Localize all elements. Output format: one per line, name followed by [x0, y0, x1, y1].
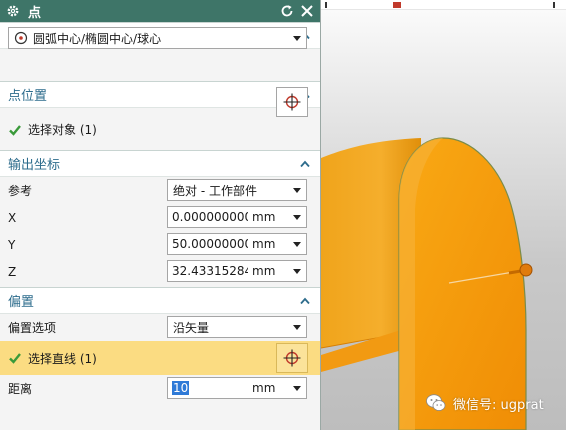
x-unit: mm	[248, 210, 288, 224]
chevron-up-icon[interactable]	[298, 157, 312, 171]
y-field[interactable]: 50.000000000 mm	[167, 233, 307, 255]
vector-arrow-shaft	[508, 269, 522, 275]
offset-option-label: 偏置选项	[8, 321, 57, 335]
distance-input[interactable]: 10	[168, 381, 248, 395]
output-coords-section: 输出坐标 参考 绝对 - 工作部件 X 0.0000000000 mm	[0, 150, 320, 287]
arc-center-icon	[14, 31, 28, 45]
type-section-body: 圆弧中心/椭圆中心/球心	[0, 27, 320, 81]
line-pick-button[interactable]	[276, 343, 308, 373]
crosshair-icon	[283, 349, 301, 367]
y-value[interactable]: 50.000000000	[168, 237, 248, 251]
point-pick-button[interactable]	[276, 87, 308, 117]
offset-option-row: 偏置选项 沿矢量	[0, 314, 320, 341]
chevron-up-icon[interactable]	[298, 294, 312, 308]
vector-arrow-head	[519, 263, 533, 277]
distance-row: 距离 10 mm	[0, 375, 320, 402]
gear-icon[interactable]	[6, 4, 20, 18]
z-field[interactable]: 32.433152842 mm	[167, 260, 307, 282]
select-line-label: 选择直线 (1)	[28, 351, 97, 366]
x-label: X	[8, 210, 17, 225]
model-view	[321, 137, 533, 430]
select-object-label: 选择对象 (1)	[28, 123, 97, 137]
offset-option-select[interactable]: 沿矢量	[167, 316, 307, 338]
output-coords-header[interactable]: 输出坐标	[0, 150, 320, 176]
z-unit: mm	[248, 264, 288, 278]
distance-value[interactable]: 10	[172, 381, 190, 395]
offset-body: 偏置选项 沿矢量 选择直线 (1) 距离 10 mm	[0, 313, 320, 430]
distance-unit: mm	[248, 381, 288, 395]
point-location-section: 点位置 选择对象 (1)	[0, 81, 320, 150]
offset-option-value: 沿矢量	[173, 320, 210, 335]
y-label: Y	[8, 237, 16, 252]
offset-section: 偏置 偏置选项 沿矢量 选择直线 (1) 距离 10 mm	[0, 287, 320, 430]
output-coords-title: 输出坐标	[8, 158, 61, 173]
reference-select[interactable]: 绝对 - 工作部件	[167, 179, 307, 201]
point-location-body: 选择对象 (1)	[0, 87, 320, 151]
dropdown-arrow-icon[interactable]	[288, 317, 306, 337]
offset-title: 偏置	[8, 295, 35, 310]
y-unit: mm	[248, 237, 288, 251]
output-coords-body: 参考 绝对 - 工作部件 X 0.0000000000 mm Y 50.0000…	[0, 176, 320, 287]
x-field[interactable]: 0.0000000000 mm	[167, 206, 307, 228]
y-row: Y 50.000000000 mm	[0, 231, 320, 258]
x-value[interactable]: 0.0000000000	[168, 210, 248, 224]
point-dialog: 点 类型 圆弧中心/椭圆中心/球心	[0, 0, 321, 430]
reset-icon[interactable]	[280, 4, 294, 18]
reference-row: 参考 绝对 - 工作部件	[0, 177, 320, 204]
type-select-value: 圆弧中心/椭圆中心/球心	[33, 31, 162, 46]
distance-label: 距离	[8, 382, 33, 396]
type-select[interactable]: 圆弧中心/椭圆中心/球心	[8, 27, 307, 49]
check-icon	[9, 124, 21, 136]
watermark-text: 微信号: ugprat	[453, 397, 544, 413]
dropdown-arrow-icon[interactable]	[288, 180, 306, 200]
reference-value: 绝对 - 工作部件	[173, 183, 257, 198]
reference-label: 参考	[8, 184, 33, 198]
dropdown-arrow-icon[interactable]	[288, 261, 306, 281]
close-icon[interactable]	[300, 4, 314, 18]
point-location-title: 点位置	[8, 89, 48, 104]
offset-header[interactable]: 偏置	[0, 287, 320, 313]
wechat-watermark: 微信号: ugprat	[425, 391, 544, 415]
x-row: X 0.0000000000 mm	[0, 204, 320, 231]
wechat-logo-icon	[426, 394, 446, 411]
point-location-header[interactable]: 点位置	[0, 81, 320, 107]
distance-field[interactable]: 10 mm	[167, 377, 307, 399]
z-row: Z 32.433152842 mm	[0, 258, 320, 285]
graphics-viewport[interactable]: 微信号: ugprat	[321, 0, 566, 430]
dialog-titlebar: 点	[0, 0, 320, 22]
dropdown-arrow-icon[interactable]	[288, 378, 306, 398]
dropdown-arrow-icon[interactable]	[288, 28, 306, 48]
z-label: Z	[8, 264, 17, 279]
z-value[interactable]: 32.433152842	[168, 264, 248, 278]
select-line-row[interactable]: 选择直线 (1)	[0, 341, 320, 375]
select-object-row[interactable]: 选择对象 (1)	[0, 108, 320, 151]
crosshair-icon	[283, 93, 301, 111]
dropdown-arrow-icon[interactable]	[288, 207, 306, 227]
check-icon	[9, 353, 21, 364]
dropdown-arrow-icon[interactable]	[288, 234, 306, 254]
dialog-title: 点	[28, 5, 42, 21]
type-section: 类型 圆弧中心/椭圆中心/球心	[0, 22, 320, 81]
